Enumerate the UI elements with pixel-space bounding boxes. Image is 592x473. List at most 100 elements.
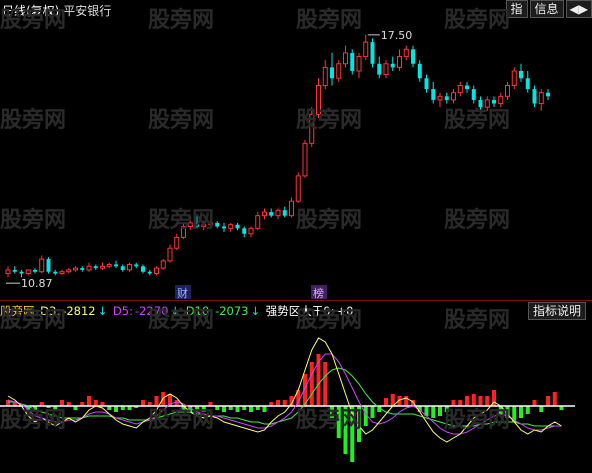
candle[interactable]: [100, 265, 105, 269]
candle[interactable]: [383, 63, 389, 76]
candle[interactable]: [316, 84, 321, 115]
candle[interactable]: [363, 41, 369, 58]
candle[interactable]: [343, 52, 348, 65]
candle[interactable]: [255, 215, 261, 229]
candle[interactable]: [215, 222, 220, 227]
candle[interactable]: [59, 271, 65, 275]
candle[interactable]: [289, 200, 294, 217]
candle[interactable]: [80, 268, 85, 270]
candle[interactable]: [269, 212, 274, 216]
indicator-explain-button[interactable]: 指标说明: [527, 302, 586, 320]
candle[interactable]: [147, 271, 152, 274]
candle[interactable]: [424, 78, 429, 90]
candle[interactable]: [403, 48, 409, 58]
candle[interactable]: [350, 52, 355, 72]
candle[interactable]: [33, 269, 37, 272]
candle[interactable]: [141, 266, 145, 272]
candle[interactable]: [127, 263, 132, 271]
candle[interactable]: [134, 264, 139, 267]
candle[interactable]: [390, 63, 395, 68]
bang-marker[interactable]: 榜: [313, 286, 324, 300]
oscillator-bar: [458, 400, 463, 406]
candle[interactable]: [228, 224, 234, 229]
candle[interactable]: [431, 89, 436, 100]
candle[interactable]: [114, 264, 118, 267]
candle[interactable]: [248, 227, 254, 235]
d5-value: -2270: [134, 304, 169, 318]
candle[interactable]: [93, 266, 98, 269]
candle[interactable]: [5, 269, 11, 275]
candle[interactable]: [417, 63, 422, 79]
cai-marker[interactable]: 财: [177, 286, 188, 300]
candle[interactable]: [370, 42, 375, 64]
info-button[interactable]: 信息: [529, 0, 564, 18]
oscillator-bar: [330, 406, 334, 418]
candlestick-chart[interactable]: 17.50 10.87 财 榜: [0, 18, 592, 300]
oscillator-chart[interactable]: [0, 320, 592, 473]
candle[interactable]: [336, 63, 342, 79]
candle[interactable]: [53, 271, 58, 274]
left-right-arrow-icon[interactable]: ◀▶: [565, 0, 592, 18]
candle[interactable]: [465, 85, 469, 90]
candle[interactable]: [73, 267, 78, 271]
candle[interactable]: [174, 236, 180, 249]
candle[interactable]: [451, 92, 456, 101]
candle[interactable]: [411, 49, 415, 64]
candle[interactable]: [282, 210, 287, 216]
candle[interactable]: [106, 263, 112, 267]
candle[interactable]: [86, 265, 92, 271]
candle[interactable]: [25, 269, 31, 275]
candle[interactable]: [519, 71, 523, 79]
candle[interactable]: [397, 56, 402, 68]
oscillator-bar: [546, 396, 550, 406]
candle[interactable]: [275, 209, 281, 217]
candle[interactable]: [444, 96, 449, 100]
candle[interactable]: [330, 67, 334, 79]
candle[interactable]: [498, 95, 504, 105]
candle[interactable]: [538, 92, 544, 105]
candle[interactable]: [457, 84, 463, 94]
candle[interactable]: [532, 89, 537, 104]
candle[interactable]: [262, 211, 267, 217]
candle[interactable]: [437, 95, 443, 101]
candle[interactable]: [167, 247, 173, 262]
candle[interactable]: [302, 142, 308, 177]
pane-divider[interactable]: [0, 300, 592, 301]
candle[interactable]: [242, 228, 247, 234]
candle[interactable]: [120, 266, 125, 270]
candle[interactable]: [322, 66, 328, 86]
index-button[interactable]: 指: [505, 0, 528, 18]
candle[interactable]: [12, 269, 17, 272]
candle[interactable]: [377, 63, 382, 75]
oscillator-bar: [87, 396, 91, 406]
candle[interactable]: [309, 113, 315, 144]
candle[interactable]: [511, 70, 517, 86]
oscillator-bar: [201, 406, 206, 412]
candle[interactable]: [222, 226, 226, 229]
candle[interactable]: [525, 78, 530, 90]
candle[interactable]: [471, 89, 476, 100]
candle[interactable]: [46, 259, 51, 272]
period-label[interactable]: 日线(复权): [2, 4, 59, 18]
strong-zone-value: +0: [336, 304, 354, 318]
candle[interactable]: [235, 224, 240, 229]
candle[interactable]: [505, 84, 510, 97]
candle[interactable]: [19, 271, 24, 274]
candle[interactable]: [546, 92, 550, 97]
down-arrow-icon: ↓: [250, 304, 261, 318]
candle[interactable]: [195, 222, 199, 227]
candle[interactable]: [154, 267, 159, 275]
candle[interactable]: [181, 226, 186, 238]
oscillator-bar: [60, 400, 64, 406]
candle[interactable]: [39, 258, 45, 273]
candle[interactable]: [201, 224, 207, 228]
candle[interactable]: [295, 175, 301, 202]
candle[interactable]: [66, 269, 72, 273]
candle[interactable]: [484, 99, 490, 108]
candle[interactable]: [478, 99, 483, 108]
candle[interactable]: [356, 56, 362, 72]
candle[interactable]: [187, 222, 193, 228]
candle[interactable]: [492, 99, 496, 104]
candle[interactable]: [208, 222, 213, 226]
candle[interactable]: [160, 260, 166, 269]
